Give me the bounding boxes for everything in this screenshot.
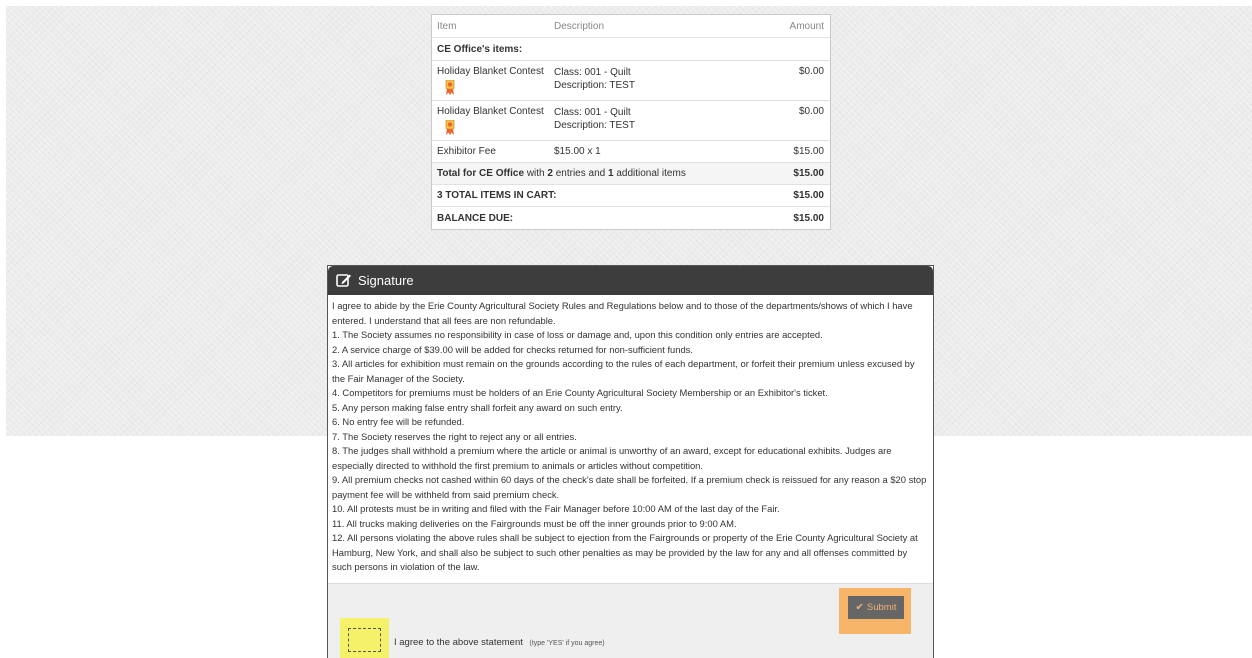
rule-item: 3. All articles for exhibition must rema… — [332, 358, 915, 384]
rule-item: 12. All persons violating the above rule… — [332, 532, 918, 572]
rule-item: 4. Competitors for premiums must be hold… — [332, 387, 828, 398]
cart-group-label: CE Office's items: — [432, 38, 830, 61]
entry-amount: $0.00 — [798, 106, 824, 117]
column-header-description: Description — [554, 20, 605, 32]
balance-due-amount: $15.00 — [793, 212, 824, 224]
entry-class: Class: 001 - Quilt — [554, 107, 631, 118]
edit-icon — [336, 274, 351, 287]
fee-description: $15.00 x 1 — [554, 146, 601, 157]
entry-item-name: Holiday Blanket Contest — [437, 66, 544, 77]
rule-item: 1. The Society assumes no responsibility… — [332, 329, 823, 340]
fee-amount: $15.00 — [793, 146, 824, 157]
office-total-label: Total for CE Office with 2 entries and 1… — [437, 168, 686, 179]
entry-amount: $0.00 — [798, 66, 824, 77]
ribbon-award-icon — [445, 80, 455, 95]
column-header-amount: Amount — [789, 20, 824, 32]
cart-entry-row: Holiday Blanket Contest Class: 001 - Qui… — [432, 61, 830, 101]
exhibitor-fee-row: Exhibitor Fee $15.00 x 1 $15.00 — [432, 141, 830, 163]
agree-label: I agree to the above statement — [394, 637, 523, 648]
signature-title: Signature — [358, 273, 414, 288]
rule-item: 5. Any person making false entry shall f… — [332, 401, 623, 413]
rule-item: 2. A service charge of $39.00 will be ad… — [332, 343, 693, 355]
agree-hint: (type 'YES' if you agree) — [529, 640, 605, 647]
check-icon: ✔ — [855, 602, 864, 613]
office-total-amount: $15.00 — [793, 168, 824, 179]
rule-item: 7. The Society reserves the right to rej… — [332, 430, 577, 442]
cart-entry-row: Holiday Blanket Contest Class: 001 - Qui… — [432, 101, 830, 141]
agree-input[interactable] — [348, 628, 381, 652]
agree-statement: I agree to the above statement (type 'YE… — [394, 637, 605, 648]
entry-item-name: Holiday Blanket Contest — [437, 106, 544, 117]
entry-class: Class: 001 - Quilt — [554, 67, 631, 78]
office-total-row: Total for CE Office with 2 entries and 1… — [432, 163, 830, 185]
ribbon-award-icon — [445, 120, 455, 135]
rule-item: 11. All trucks making deliveries on the … — [332, 517, 737, 529]
rule-item: 10. All protests must be in writing and … — [332, 503, 780, 514]
signature-footer: ✔ Submit I agree to the above statement … — [328, 583, 933, 658]
submit-label: Submit — [866, 602, 897, 613]
column-header-item: Item — [437, 20, 457, 32]
cart-table: Item Description Amount CE Office's item… — [431, 14, 831, 230]
rule-item: 9. All premium checks not cashed within … — [332, 474, 927, 500]
rule-item: 6. No entry fee will be refunded. — [332, 416, 465, 427]
signature-header: Signature — [328, 266, 933, 295]
items-in-cart-row: 3 TOTAL ITEMS IN CART: $15.00 — [432, 185, 830, 207]
items-in-cart-amount: $15.00 — [793, 190, 824, 201]
items-in-cart-label: 3 TOTAL ITEMS IN CART: — [437, 190, 557, 201]
balance-due-label: BALANCE DUE: — [437, 212, 514, 224]
balance-due-row: BALANCE DUE: $15.00 — [432, 207, 830, 229]
fee-item: Exhibitor Fee — [437, 146, 496, 157]
entry-description: Description: TEST — [554, 120, 635, 131]
cart-header-row: Item Description Amount — [432, 15, 830, 38]
rule-item: 8. The judges shall withhold a premium w… — [332, 445, 892, 471]
rules-intro: I agree to abide by the Erie County Agri… — [332, 300, 913, 326]
rules-text: I agree to abide by the Erie County Agri… — [328, 295, 933, 582]
signature-panel: Signature I agree to abide by the Erie C… — [327, 265, 934, 658]
submit-button[interactable]: ✔ Submit — [848, 596, 904, 619]
entry-description: Description: TEST — [554, 80, 635, 91]
